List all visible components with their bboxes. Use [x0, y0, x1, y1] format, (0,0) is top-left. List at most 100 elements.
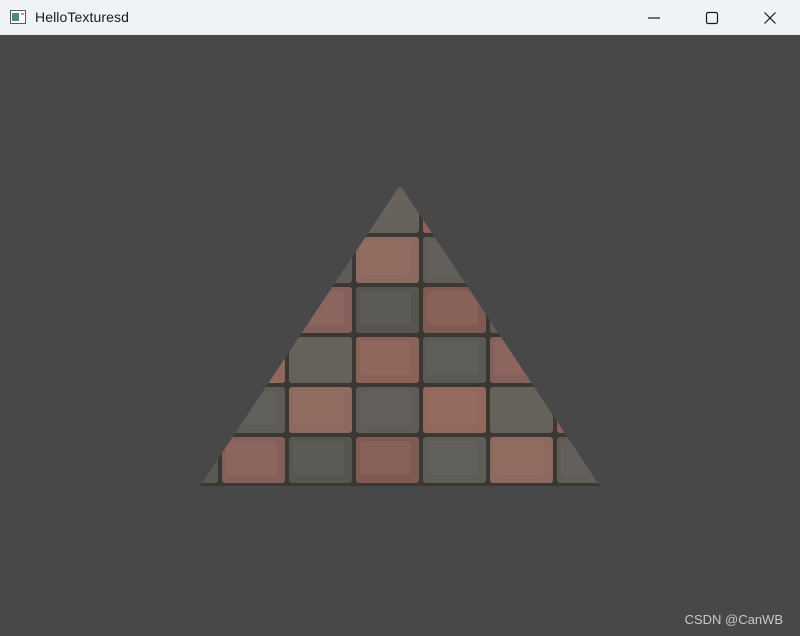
brick-tile [624, 137, 687, 183]
brick-highlight [360, 441, 411, 475]
brick-highlight [561, 341, 600, 375]
close-button[interactable] [741, 0, 799, 35]
brick-highlight [200, 391, 210, 425]
brick-tile [222, 487, 285, 533]
brick-highlight [293, 341, 344, 375]
brick-highlight [293, 141, 344, 175]
brick-highlight [427, 491, 478, 525]
brick-tile [624, 487, 687, 533]
brick-highlight [427, 441, 478, 475]
brick-tile [356, 137, 419, 183]
brick-tile [624, 437, 687, 483]
brick-tile [624, 387, 687, 433]
brick-highlight [226, 291, 277, 325]
brick-highlight [427, 241, 478, 275]
brick-tile [423, 137, 486, 183]
brick-tile [200, 337, 218, 383]
brick-tile [624, 187, 687, 233]
render-surface [155, 137, 687, 533]
brick-tile [557, 487, 620, 533]
brick-highlight [494, 291, 545, 325]
brick-tile [200, 287, 218, 333]
minimize-button[interactable] [625, 0, 683, 35]
close-icon [764, 12, 776, 24]
brick-highlight [200, 241, 210, 275]
brick-tile [490, 487, 553, 533]
app-window: HelloTexturesd CSDN @CanWB [0, 0, 800, 636]
brick-tile [222, 337, 285, 383]
brick-tile [423, 187, 486, 233]
brick-tile [557, 337, 600, 383]
textured-triangle [155, 137, 687, 533]
brick-highlight [360, 241, 411, 275]
title-bar[interactable]: HelloTexturesd [0, 0, 800, 35]
brick-highlight [200, 341, 210, 375]
brick-highlight [159, 141, 210, 175]
brick-tile [624, 287, 687, 333]
brick-tile [200, 237, 218, 283]
brick-tile [200, 437, 218, 483]
brick-highlight [494, 141, 545, 175]
brick-tile [222, 237, 285, 283]
brick-tile [222, 287, 285, 333]
window-title: HelloTexturesd [35, 9, 129, 25]
brick-highlight [226, 441, 277, 475]
brick-tile [200, 187, 218, 233]
brick-tile [155, 487, 218, 533]
brick-highlight [561, 191, 600, 225]
brick-highlight [561, 391, 600, 425]
brick-tile [200, 387, 218, 433]
brick-tile [155, 137, 218, 183]
minimize-icon [648, 17, 660, 19]
brick-tile [423, 487, 486, 533]
brick-highlight [200, 191, 210, 225]
brick-highlight [293, 441, 344, 475]
brick-highlight [360, 291, 411, 325]
brick-tile [289, 187, 352, 233]
brick-highlight [226, 341, 277, 375]
brick-highlight [200, 291, 210, 325]
brick-tile [624, 337, 687, 383]
brick-highlight [360, 491, 411, 525]
brick-highlight [427, 141, 478, 175]
brick-highlight [226, 141, 277, 175]
brick-highlight [226, 491, 277, 525]
brick-highlight [200, 441, 210, 475]
brick-highlight [561, 141, 612, 175]
brick-highlight [427, 291, 478, 325]
brick-highlight [494, 441, 545, 475]
brick-highlight [628, 191, 679, 225]
brick-highlight [360, 391, 411, 425]
brick-tile [222, 137, 285, 183]
watermark-text: CSDN @CanWB [684, 612, 783, 627]
brick-highlight [427, 341, 478, 375]
brick-highlight [494, 341, 545, 375]
brick-highlight [226, 241, 277, 275]
brick-tile [557, 287, 600, 333]
brick-highlight [628, 391, 679, 425]
brick-highlight [494, 391, 545, 425]
brick-highlight [360, 341, 411, 375]
brick-highlight [494, 491, 545, 525]
brick-highlight [159, 491, 210, 525]
brick-highlight [628, 141, 679, 175]
brick-highlight [628, 491, 679, 525]
brick-tile [490, 187, 553, 233]
render-viewport[interactable] [0, 35, 800, 636]
maximize-button[interactable] [683, 0, 741, 35]
brick-tile [557, 137, 620, 183]
brick-tile [289, 487, 352, 533]
brick-highlight [561, 291, 600, 325]
brick-tile [490, 137, 553, 183]
brick-highlight [360, 141, 411, 175]
brick-tile [557, 237, 600, 283]
brick-highlight [226, 391, 277, 425]
brick-highlight [293, 391, 344, 425]
brick-tile [557, 187, 600, 233]
brick-highlight [628, 241, 679, 275]
brick-highlight [226, 191, 277, 225]
brick-tile [557, 387, 600, 433]
brick-highlight [561, 491, 612, 525]
app-window-icon [10, 10, 26, 24]
brick-tile [490, 287, 553, 333]
